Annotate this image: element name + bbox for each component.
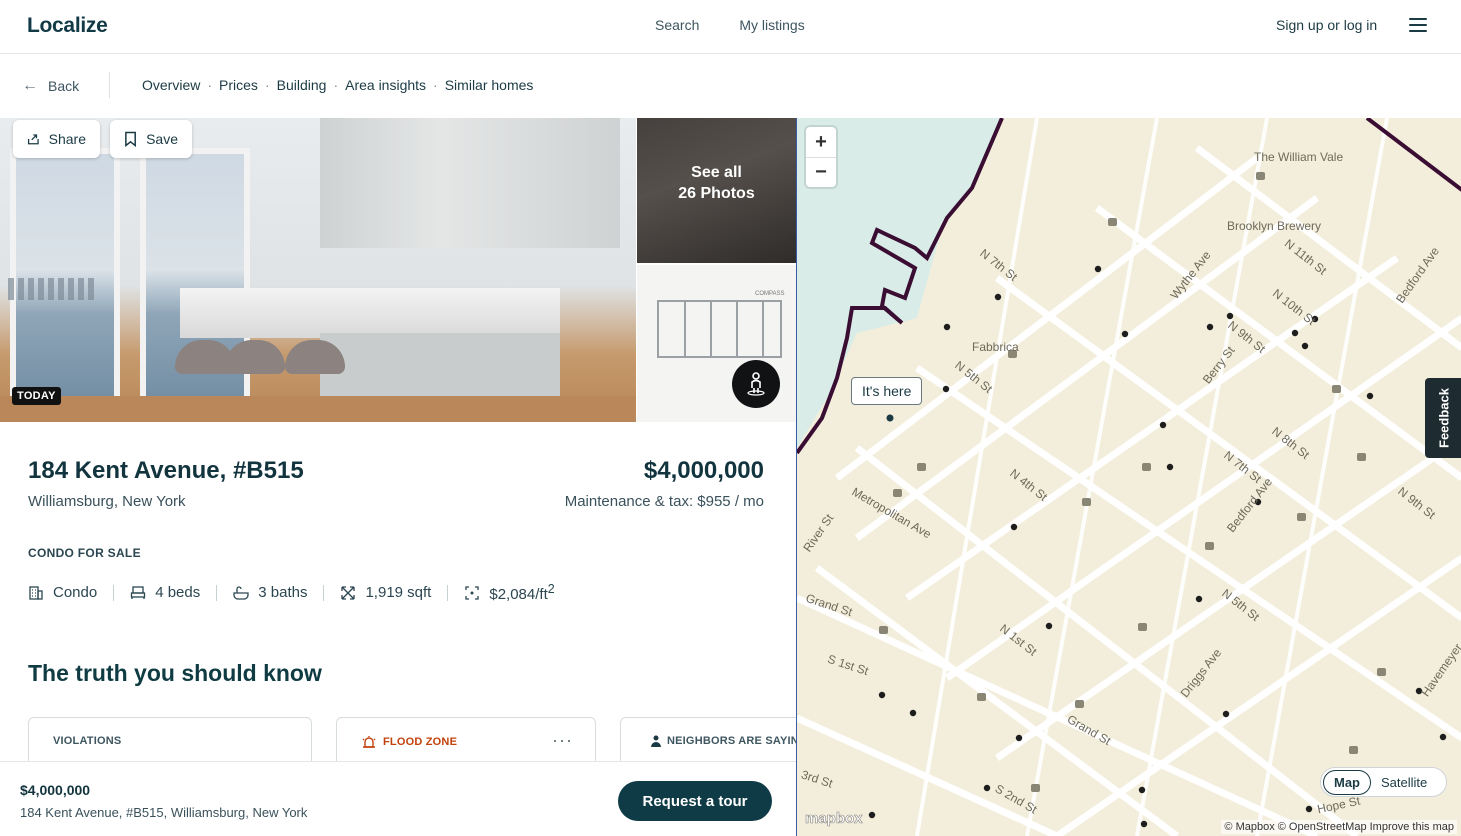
pegman-icon (747, 372, 765, 396)
fact-beds: 4 beds (130, 584, 200, 601)
area-icon (465, 585, 480, 600)
sign-in-link[interactable]: Sign up or log in (1276, 17, 1377, 33)
fact-sqft: 1,919 sqft (340, 584, 431, 601)
zoom-controls: + − (806, 127, 836, 187)
location-callout: It's here (851, 377, 923, 405)
request-tour-button[interactable]: Request a tour (618, 781, 772, 821)
facts-row: Condo 4 beds 3 baths 1,919 sqft $2,084/f… (28, 582, 555, 603)
mapbox-logo[interactable]: mapbox (805, 810, 863, 828)
poi-label[interactable]: The William Vale (1254, 150, 1343, 164)
bottom-address: 184 Kent Avenue, #B515, Williamsburg, Ne… (20, 805, 308, 820)
fact-price-per-sqft: $2,084/ft2 (464, 582, 555, 603)
expand-icon (341, 585, 356, 600)
today-badge: TODAY (12, 387, 61, 405)
section-nav: ← Back Overview · Prices · Building · Ar… (0, 54, 796, 118)
top-nav: Search My listings (655, 17, 805, 33)
bottom-price: $4,000,000 (20, 782, 91, 798)
divider (109, 72, 110, 98)
listing-city: Williamsburg, New York (28, 493, 186, 510)
floorplan-drawing (657, 300, 782, 358)
bed-icon (131, 585, 146, 599)
see-all-photos[interactable]: See all 26 Photos (637, 118, 796, 263)
fact-baths: 3 baths (233, 584, 307, 601)
link-similar-homes[interactable]: Similar homes (445, 77, 534, 93)
more-options-icon[interactable]: ··· (552, 730, 573, 751)
map-canvas (797, 118, 1461, 836)
listing-price: $4,000,000 (643, 457, 764, 484)
bookmark-icon (125, 131, 136, 147)
person-icon (651, 735, 661, 747)
share-icon (27, 134, 39, 145)
zoom-out-button[interactable]: − (806, 157, 836, 187)
sticky-bottom-bar: $4,000,000 184 Kent Avenue, #B515, Willi… (0, 761, 796, 836)
fact-type: Condo (28, 584, 97, 601)
maintenance-tax: Maintenance & tax: $955 / mo (564, 493, 764, 510)
main-photo[interactable] (0, 118, 636, 422)
map[interactable]: The William Vale Brooklyn Brewery Fabbri… (796, 118, 1461, 836)
back-label: Back (48, 78, 80, 94)
map-attribution[interactable]: © Mapbox © OpenStreetMap Improve this ma… (1221, 820, 1457, 834)
back-button[interactable]: ← Back (22, 77, 79, 95)
listing-address: 184 Kent Avenue, #B515 (28, 457, 304, 484)
menu-icon[interactable] (1409, 18, 1427, 32)
satellite-toggle-button[interactable]: Satellite (1371, 771, 1437, 794)
share-button[interactable]: Share (13, 120, 100, 158)
nav-my-listings[interactable]: My listings (739, 17, 804, 33)
localize-logo[interactable]: Localize (27, 14, 108, 38)
save-button[interactable]: Save (110, 120, 192, 158)
link-building[interactable]: Building (277, 77, 327, 93)
poi-label[interactable]: Fabbrica (972, 340, 1019, 354)
arrow-left-icon: ← (22, 77, 38, 94)
poi-label[interactable]: Brooklyn Brewery (1227, 219, 1321, 233)
link-area-insights[interactable]: Area insights (345, 77, 426, 93)
map-toggle-button[interactable]: Map (1323, 769, 1371, 795)
siren-icon (362, 736, 376, 748)
zoom-in-button[interactable]: + (806, 127, 836, 157)
street-view-button[interactable] (732, 360, 780, 408)
feedback-tab[interactable]: Feedback (1425, 378, 1461, 458)
building-icon (29, 585, 43, 600)
map-type-toggle: Map Satellite (1320, 767, 1447, 797)
nav-search[interactable]: Search (655, 17, 699, 33)
section-title: The truth you should know (28, 660, 322, 686)
listing-type: CONDO FOR SALE (28, 546, 141, 560)
section-links: Overview · Prices · Building · Area insi… (142, 77, 534, 93)
top-bar: Localize Search My listings Sign up or l… (0, 0, 1461, 54)
bath-icon (233, 585, 249, 600)
link-overview[interactable]: Overview (142, 77, 200, 93)
link-prices[interactable]: Prices (219, 77, 258, 93)
